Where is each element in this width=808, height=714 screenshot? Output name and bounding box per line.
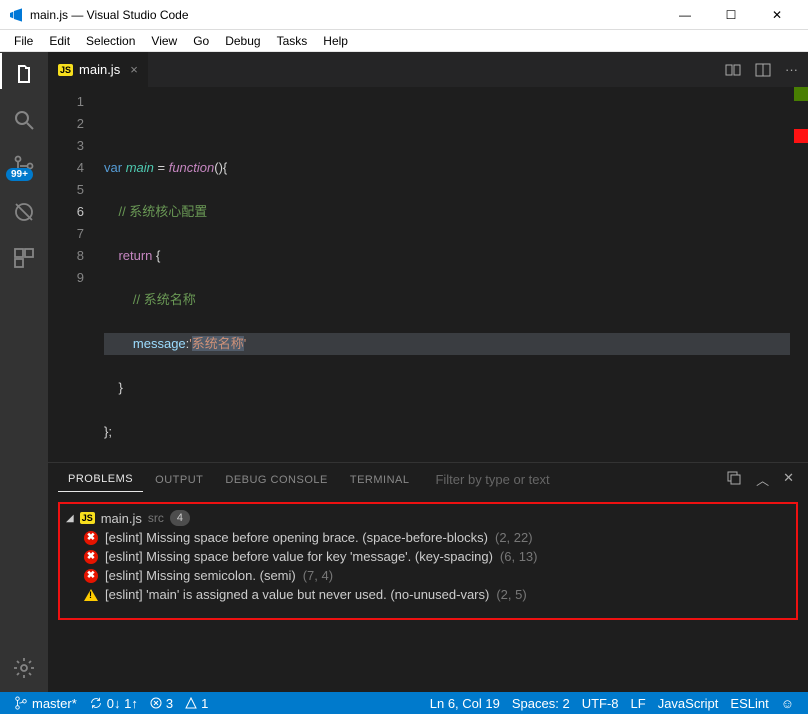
minimize-button[interactable]: — <box>662 8 708 22</box>
status-warnings[interactable]: 1 <box>179 696 214 711</box>
twisty-expanded-icon[interactable]: ◢ <box>66 513 74 524</box>
status-branch[interactable]: master* <box>8 696 83 711</box>
problem-location: (7, 4) <box>303 568 333 583</box>
problem-location: (2, 5) <box>496 587 526 602</box>
tab-label: main.js <box>79 62 120 77</box>
js-file-icon: JS <box>80 512 95 524</box>
window-title: main.js — Visual Studio Code <box>30 8 662 22</box>
explorer-icon[interactable] <box>12 62 36 86</box>
status-eol[interactable]: LF <box>625 696 652 711</box>
menu-bar: File Edit Selection View Go Debug Tasks … <box>0 30 808 52</box>
menu-help[interactable]: Help <box>315 32 356 50</box>
error-icon: ✖ <box>84 569 98 583</box>
tab-main-js[interactable]: JS main.js × <box>48 52 148 87</box>
problem-location: (2, 22) <box>495 530 533 545</box>
code-editor[interactable]: 123456789 var main = function(){ // 系统核心… <box>48 87 808 462</box>
minimap[interactable] <box>790 87 808 462</box>
overview-ruler-added <box>794 87 808 101</box>
status-linter[interactable]: ESLint <box>724 696 774 711</box>
settings-gear-icon[interactable] <box>12 656 36 680</box>
problem-item[interactable]: ✖ [eslint] Missing space before value for… <box>64 547 792 566</box>
problem-item[interactable]: [eslint] 'main' is assigned a value but … <box>64 585 792 604</box>
tab-close-icon[interactable]: × <box>130 62 138 77</box>
error-icon: ✖ <box>84 531 98 545</box>
menu-go[interactable]: Go <box>185 32 217 50</box>
status-errors[interactable]: 3 <box>144 696 179 711</box>
status-bar: master* 0↓ 1↑ 3 1 Ln 6, Col 19 Spaces: 2… <box>0 692 808 714</box>
status-encoding[interactable]: UTF-8 <box>576 696 625 711</box>
js-file-icon: JS <box>58 64 73 76</box>
search-icon[interactable] <box>12 108 36 132</box>
menu-file[interactable]: File <box>6 32 41 50</box>
status-language[interactable]: JavaScript <box>652 696 725 711</box>
compare-changes-icon[interactable] <box>725 62 741 78</box>
menu-view[interactable]: View <box>143 32 185 50</box>
menu-tasks[interactable]: Tasks <box>269 32 316 50</box>
more-actions-icon[interactable]: ··· <box>785 62 798 78</box>
warning-icon <box>84 589 98 601</box>
error-icon: ✖ <box>84 550 98 564</box>
line-numbers: 123456789 <box>48 87 104 462</box>
menu-debug[interactable]: Debug <box>217 32 268 50</box>
status-sync[interactable]: 0↓ 1↑ <box>83 696 144 711</box>
problems-list: ◢ JS main.js src 4 ✖ [eslint] Missing spa… <box>48 496 808 692</box>
status-feedback-icon[interactable]: ☺ <box>775 696 800 711</box>
status-cursor[interactable]: Ln 6, Col 19 <box>424 696 506 711</box>
problem-file-row[interactable]: ◢ JS main.js src 4 <box>64 508 792 528</box>
problem-item[interactable]: ✖ [eslint] Missing semicolon. (semi) (7, 4… <box>64 566 792 585</box>
problem-file-name: main.js <box>101 511 142 526</box>
problem-file-src: src <box>148 511 164 525</box>
problem-text: [eslint] Missing semicolon. (semi) <box>105 568 296 583</box>
app-icon <box>8 7 24 23</box>
problem-text: [eslint] Missing space before value for … <box>105 549 493 564</box>
problem-item[interactable]: ✖ [eslint] Missing space before opening b… <box>64 528 792 547</box>
problem-text: [eslint] 'main' is assigned a value but … <box>105 587 489 602</box>
problem-count-badge: 4 <box>170 510 190 526</box>
overview-ruler-error <box>794 129 808 143</box>
scm-badge: 99+ <box>6 168 33 181</box>
title-bar: main.js — Visual Studio Code — ☐ ✕ <box>0 0 808 30</box>
status-spaces[interactable]: Spaces: 2 <box>506 696 576 711</box>
activity-bar: 99+ <box>0 52 48 692</box>
problem-location: (6, 13) <box>500 549 538 564</box>
menu-edit[interactable]: Edit <box>41 32 78 50</box>
problem-text: [eslint] Missing space before opening br… <box>105 530 488 545</box>
source-control-icon[interactable]: 99+ <box>12 154 36 178</box>
debug-icon[interactable] <box>12 200 36 224</box>
menu-selection[interactable]: Selection <box>78 32 143 50</box>
close-button[interactable]: ✕ <box>754 8 800 22</box>
split-editor-icon[interactable] <box>755 62 771 78</box>
extensions-icon[interactable] <box>12 246 36 270</box>
bottom-panel: PROBLEMS OUTPUT DEBUG CONSOLE TERMINAL F… <box>48 462 808 692</box>
maximize-button[interactable]: ☐ <box>708 8 754 22</box>
editor-tabs: JS main.js × ··· <box>48 52 808 87</box>
code-content[interactable]: var main = function(){ // 系统核心配置 return … <box>104 87 790 462</box>
